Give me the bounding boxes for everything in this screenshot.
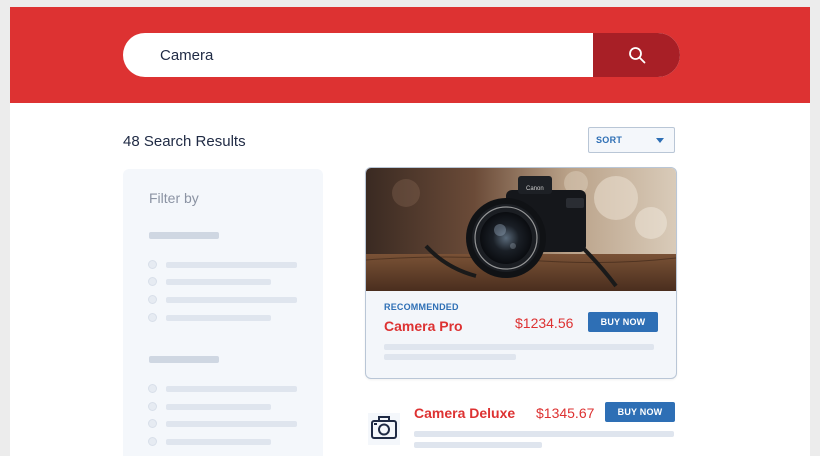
- filter-option-label: [166, 386, 297, 392]
- search-input[interactable]: [123, 33, 593, 77]
- product-price: $1345.67: [536, 405, 595, 421]
- results-count: 48 Search Results: [123, 133, 246, 150]
- filter-radio[interactable]: [148, 437, 157, 446]
- description-line: [414, 431, 674, 437]
- sort-dropdown[interactable]: SORT: [588, 127, 675, 153]
- svg-text:Canon: Canon: [526, 186, 544, 192]
- filter-title: Filter by: [149, 190, 199, 206]
- description-line: [414, 442, 542, 448]
- recommended-tag: RECOMMENDED: [384, 302, 459, 312]
- search-button[interactable]: [593, 33, 680, 77]
- filter-radio[interactable]: [148, 384, 157, 393]
- filter-option-label: [166, 297, 297, 303]
- sort-label: SORT: [596, 135, 623, 145]
- product-name[interactable]: Camera Deluxe: [414, 405, 515, 421]
- filter-radio[interactable]: [148, 419, 157, 428]
- filter-radio[interactable]: [148, 295, 157, 304]
- filter-option-label: [166, 262, 297, 268]
- filter-radio[interactable]: [148, 402, 157, 411]
- app-window: 48 Search Results SORT Filter by: [10, 7, 810, 456]
- filter-group-heading: [149, 356, 219, 363]
- caret-down-icon: [656, 138, 664, 143]
- search-icon: [628, 47, 645, 64]
- filter-option-label: [166, 279, 271, 285]
- filter-option-label: [166, 404, 271, 410]
- filter-option-label: [166, 421, 297, 427]
- product-name[interactable]: Camera Pro: [384, 318, 463, 334]
- filter-option-label: [166, 315, 271, 321]
- buy-now-button[interactable]: BUY NOW: [588, 312, 658, 332]
- filter-panel: Filter by: [123, 169, 323, 456]
- buy-now-button[interactable]: BUY NOW: [605, 402, 675, 422]
- camera-photo: Canon: [366, 168, 676, 291]
- search-bar: [123, 33, 680, 77]
- filter-group-heading: [149, 232, 219, 239]
- filter-option-label: [166, 439, 271, 445]
- header-bar: [10, 7, 810, 103]
- filter-radio[interactable]: [148, 277, 157, 286]
- filter-radio[interactable]: [148, 260, 157, 269]
- product-price: $1234.56: [515, 315, 574, 331]
- product-card-recommended[interactable]: Canon RECOMMENDED Camera Pro $1234.56 BU…: [365, 167, 677, 379]
- filter-radio[interactable]: [148, 313, 157, 322]
- description-line: [384, 354, 516, 360]
- description-line: [384, 344, 654, 350]
- camera-icon: [368, 413, 400, 445]
